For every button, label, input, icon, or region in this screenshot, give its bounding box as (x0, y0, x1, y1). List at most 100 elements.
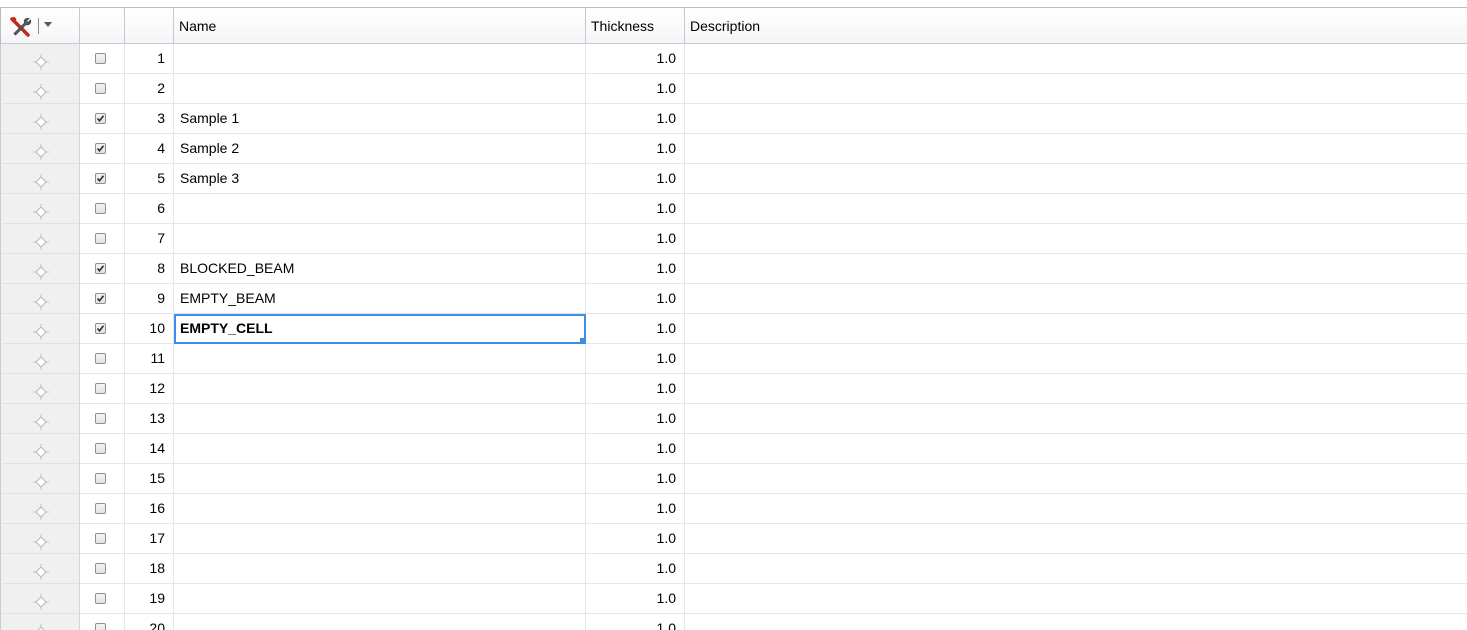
crosshair-icon[interactable] (33, 411, 49, 430)
description-cell[interactable] (685, 314, 1467, 344)
name-cell[interactable] (174, 374, 586, 404)
crosshair-icon[interactable] (33, 201, 49, 220)
description-cell[interactable] (685, 374, 1467, 404)
table-row[interactable]: 3 Sample 1 1.0 (0, 104, 1467, 134)
table-row[interactable]: 20 1.0 (0, 614, 1467, 630)
row-checkbox[interactable] (95, 293, 106, 304)
name-cell[interactable] (174, 554, 586, 584)
row-handle-cell[interactable] (0, 134, 80, 164)
table-row[interactable]: 5 Sample 3 1.0 (0, 164, 1467, 194)
description-cell[interactable] (685, 254, 1467, 284)
thickness-cell[interactable]: 1.0 (586, 494, 685, 524)
row-handle-cell[interactable] (0, 404, 80, 434)
row-handle-cell[interactable] (0, 224, 80, 254)
thickness-cell[interactable]: 1.0 (586, 74, 685, 104)
row-handle-cell[interactable] (0, 614, 80, 630)
thickness-cell[interactable]: 1.0 (586, 284, 685, 314)
name-cell[interactable] (174, 464, 586, 494)
description-cell[interactable] (685, 74, 1467, 104)
name-cell[interactable]: Sample 2 (174, 134, 586, 164)
name-cell[interactable] (174, 404, 586, 434)
description-cell[interactable] (685, 404, 1467, 434)
row-checkbox[interactable] (95, 383, 106, 394)
description-cell[interactable] (685, 584, 1467, 614)
thickness-cell[interactable]: 1.0 (586, 584, 685, 614)
crosshair-icon[interactable] (33, 141, 49, 160)
row-handle-cell[interactable] (0, 344, 80, 374)
row-checkbox[interactable] (95, 413, 106, 424)
crosshair-icon[interactable] (33, 321, 49, 340)
row-checkbox[interactable] (95, 353, 106, 364)
crosshair-icon[interactable] (33, 231, 49, 250)
name-cell[interactable] (174, 224, 586, 254)
name-cell[interactable] (174, 494, 586, 524)
row-checkbox[interactable] (95, 323, 106, 334)
table-row[interactable]: 7 1.0 (0, 224, 1467, 254)
table-row[interactable]: 9 EMPTY_BEAM 1.0 (0, 284, 1467, 314)
number-column-header[interactable] (125, 8, 174, 44)
table-row[interactable]: 10 EMPTY_CELL 1.0 (0, 314, 1467, 344)
row-checkbox[interactable] (95, 473, 106, 484)
table-row[interactable]: 11 1.0 (0, 344, 1467, 374)
name-cell[interactable] (174, 524, 586, 554)
crosshair-icon[interactable] (33, 591, 49, 610)
row-handle-cell[interactable] (0, 164, 80, 194)
table-row[interactable]: 17 1.0 (0, 524, 1467, 554)
crosshair-icon[interactable] (33, 621, 49, 630)
crosshair-icon[interactable] (33, 261, 49, 280)
table-row[interactable]: 4 Sample 2 1.0 (0, 134, 1467, 164)
name-cell[interactable] (174, 74, 586, 104)
name-cell[interactable]: Sample 3 (174, 164, 586, 194)
crosshair-icon[interactable] (33, 561, 49, 580)
name-cell[interactable]: BLOCKED_BEAM (174, 254, 586, 284)
crosshair-icon[interactable] (33, 501, 49, 520)
row-handle-cell[interactable] (0, 554, 80, 584)
row-checkbox[interactable] (95, 83, 106, 94)
crosshair-icon[interactable] (33, 441, 49, 460)
thickness-cell[interactable]: 1.0 (586, 104, 685, 134)
row-handle-cell[interactable] (0, 524, 80, 554)
name-cell[interactable] (174, 344, 586, 374)
row-handle-cell[interactable] (0, 314, 80, 344)
table-row[interactable]: 18 1.0 (0, 554, 1467, 584)
description-cell[interactable] (685, 344, 1467, 374)
thickness-cell[interactable]: 1.0 (586, 434, 685, 464)
row-handle-cell[interactable] (0, 104, 80, 134)
description-cell[interactable] (685, 194, 1467, 224)
name-cell[interactable]: Sample 1 (174, 104, 586, 134)
name-cell[interactable] (174, 434, 586, 464)
name-cell[interactable]: EMPTY_BEAM (174, 284, 586, 314)
crosshair-icon[interactable] (33, 81, 49, 100)
crosshair-icon[interactable] (33, 51, 49, 70)
table-row[interactable]: 19 1.0 (0, 584, 1467, 614)
row-checkbox[interactable] (95, 443, 106, 454)
chevron-down-icon[interactable] (44, 22, 52, 27)
thickness-cell[interactable]: 1.0 (586, 374, 685, 404)
thickness-cell[interactable]: 1.0 (586, 164, 685, 194)
row-handle-cell[interactable] (0, 194, 80, 224)
name-cell[interactable] (174, 584, 586, 614)
row-handle-cell[interactable] (0, 44, 80, 74)
thickness-cell[interactable]: 1.0 (586, 344, 685, 374)
row-checkbox[interactable] (95, 623, 106, 630)
thickness-column-header[interactable]: Thickness (586, 8, 685, 44)
row-checkbox[interactable] (95, 593, 106, 604)
crosshair-icon[interactable] (33, 531, 49, 550)
table-row[interactable]: 13 1.0 (0, 404, 1467, 434)
crosshair-icon[interactable] (33, 111, 49, 130)
row-handle-cell[interactable] (0, 374, 80, 404)
check-column-header[interactable] (80, 8, 125, 44)
row-handle-cell[interactable] (0, 434, 80, 464)
row-handle-cell[interactable] (0, 494, 80, 524)
thickness-cell[interactable]: 1.0 (586, 194, 685, 224)
table-row[interactable]: 16 1.0 (0, 494, 1467, 524)
table-row[interactable]: 14 1.0 (0, 434, 1467, 464)
description-cell[interactable] (685, 134, 1467, 164)
selection-fill-handle[interactable] (580, 338, 584, 342)
row-checkbox[interactable] (95, 113, 106, 124)
description-cell[interactable] (685, 434, 1467, 464)
thickness-cell[interactable]: 1.0 (586, 614, 685, 630)
table-row[interactable]: 2 1.0 (0, 74, 1467, 104)
crosshair-icon[interactable] (33, 291, 49, 310)
crosshair-icon[interactable] (33, 351, 49, 370)
